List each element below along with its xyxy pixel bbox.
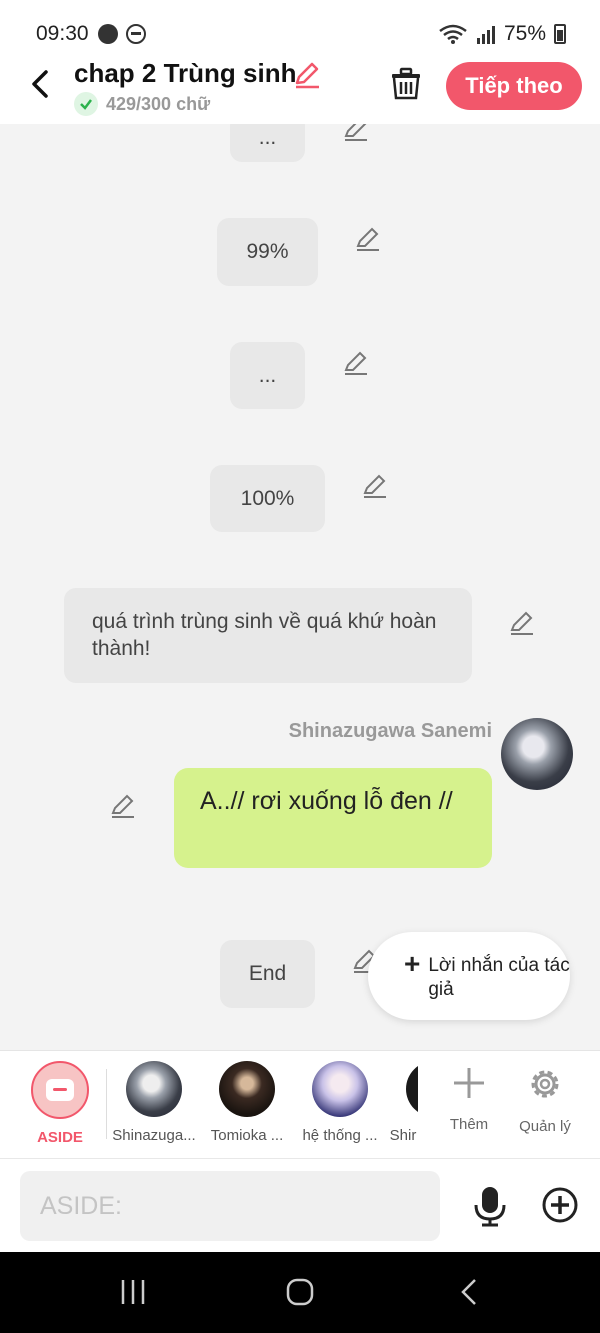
avatar <box>406 1061 418 1117</box>
edit-title-button[interactable] <box>292 60 322 95</box>
narration-bubble[interactable]: quá trình trùng sinh về quá khứ hoàn thà… <box>64 588 472 683</box>
aside-avatar <box>31 1061 89 1119</box>
message-text: ... <box>258 363 277 387</box>
pencil-icon <box>344 124 367 141</box>
edit-message-button[interactable] <box>109 793 137 821</box>
microphone-button[interactable] <box>470 1185 510 1227</box>
avatar <box>126 1061 182 1117</box>
character-label: Shir <box>389 1127 417 1144</box>
chapter-title: chap 2 Trùng sinh <box>74 58 297 88</box>
recent-apps-button[interactable] <box>113 1274 153 1310</box>
status-notification-icons <box>98 24 146 44</box>
recent-apps-icon <box>121 1280 145 1304</box>
divider <box>106 1069 107 1139</box>
character-label: Shinazuga... <box>112 1127 196 1144</box>
back-button[interactable] <box>22 66 58 102</box>
check-icon <box>74 92 98 116</box>
pencil-icon <box>510 611 533 635</box>
message-text: quá trình trùng sinh về quá khứ hoàn thà… <box>92 610 437 660</box>
microphone-icon <box>474 1187 506 1227</box>
narration-bubble[interactable]: ... <box>230 124 305 162</box>
character-item[interactable]: hệ thống ... <box>295 1061 385 1144</box>
edit-message-button[interactable] <box>342 124 370 144</box>
word-count: 429/300 chữ <box>74 92 210 116</box>
trash-icon <box>392 67 420 100</box>
character-bar: ASIDE Shinazuga... Tomioka ... hệ thống … <box>0 1050 600 1158</box>
input-bar <box>0 1158 600 1252</box>
character-aside[interactable]: ASIDE <box>15 1061 105 1146</box>
gear-icon <box>531 1070 559 1098</box>
delete-button[interactable] <box>388 66 424 102</box>
avatar[interactable] <box>501 718 573 790</box>
character-label: hệ thống ... <box>302 1127 378 1144</box>
back-nav-button[interactable] <box>449 1274 489 1310</box>
character-label: Tomioka ... <box>210 1127 284 1144</box>
wifi-icon <box>439 24 467 44</box>
character-message-bubble[interactable]: A..// rơi xuống lỗ đen // <box>174 768 492 868</box>
message-text: End <box>248 962 287 985</box>
pencil-icon <box>356 227 379 251</box>
back-arrow-icon <box>461 1279 476 1305</box>
add-label: Thêm <box>449 1116 489 1133</box>
avatar <box>312 1061 368 1117</box>
add-attachment-button[interactable] <box>540 1185 580 1225</box>
message-text: 99% <box>246 240 289 263</box>
word-count-text: 429/300 chữ <box>106 93 211 114</box>
status-right: 75% <box>438 22 566 46</box>
narration-bubble[interactable]: 99% <box>217 218 318 286</box>
battery-percentage: 75% <box>503 22 546 45</box>
manage-label: Quản lý <box>519 1118 571 1135</box>
manage-button[interactable]: Quản lý <box>510 1065 580 1135</box>
do-not-disturb-icon <box>126 24 146 44</box>
character-name: Shinazugawa Sanemi <box>288 720 492 742</box>
pencil-icon <box>111 794 134 818</box>
author-note-button[interactable]: + Lời nhắn của tác giả <box>368 932 570 1020</box>
narration-bubble[interactable]: ... <box>230 342 305 409</box>
character-label: ASIDE <box>37 1129 83 1146</box>
narration-bubble[interactable]: End <box>220 940 315 1008</box>
chat-area[interactable]: ... 99% ... 100% quá trình trùng sinh về… <box>0 124 600 1050</box>
edit-message-button[interactable] <box>354 226 382 254</box>
message-text: A..// rơi xuống lỗ đen // <box>200 787 453 815</box>
pencil-icon <box>363 474 386 498</box>
edit-message-button[interactable] <box>361 473 389 501</box>
character-item[interactable]: Shinazuga... <box>109 1061 199 1144</box>
battery-icon <box>554 24 566 44</box>
signal-icon <box>476 26 495 44</box>
edit-message-button[interactable] <box>508 610 536 638</box>
author-note-label: Lời nhắn của tác giả <box>428 955 570 1000</box>
chat-bubble-icon <box>46 1079 74 1101</box>
system-nav-bar <box>0 1252 600 1333</box>
add-character-button[interactable]: Thêm <box>434 1065 504 1133</box>
plus-circle-icon <box>542 1187 578 1223</box>
message-text: ... <box>258 126 277 149</box>
next-button[interactable]: Tiếp theo <box>446 62 582 110</box>
avatar <box>219 1061 275 1117</box>
pencil-icon <box>295 62 319 89</box>
plus-icon: + <box>404 948 421 979</box>
status-time: 09:30 <box>36 22 89 45</box>
plus-icon <box>454 1068 484 1098</box>
edit-message-button[interactable] <box>342 350 370 378</box>
message-text: 100% <box>240 486 295 510</box>
narration-bubble[interactable]: 100% <box>210 465 325 532</box>
message-input[interactable] <box>20 1171 440 1241</box>
character-item[interactable]: Tomioka ... <box>202 1061 292 1144</box>
header: chap 2 Trùng sinh 429/300 chữ Tiếp theo <box>0 54 600 124</box>
messenger-icon <box>98 24 118 44</box>
pencil-icon <box>344 351 367 375</box>
character-item[interactable]: Shir <box>388 1061 418 1144</box>
chevron-left-icon <box>32 70 48 98</box>
home-button[interactable] <box>280 1274 320 1310</box>
home-icon <box>286 1278 314 1306</box>
